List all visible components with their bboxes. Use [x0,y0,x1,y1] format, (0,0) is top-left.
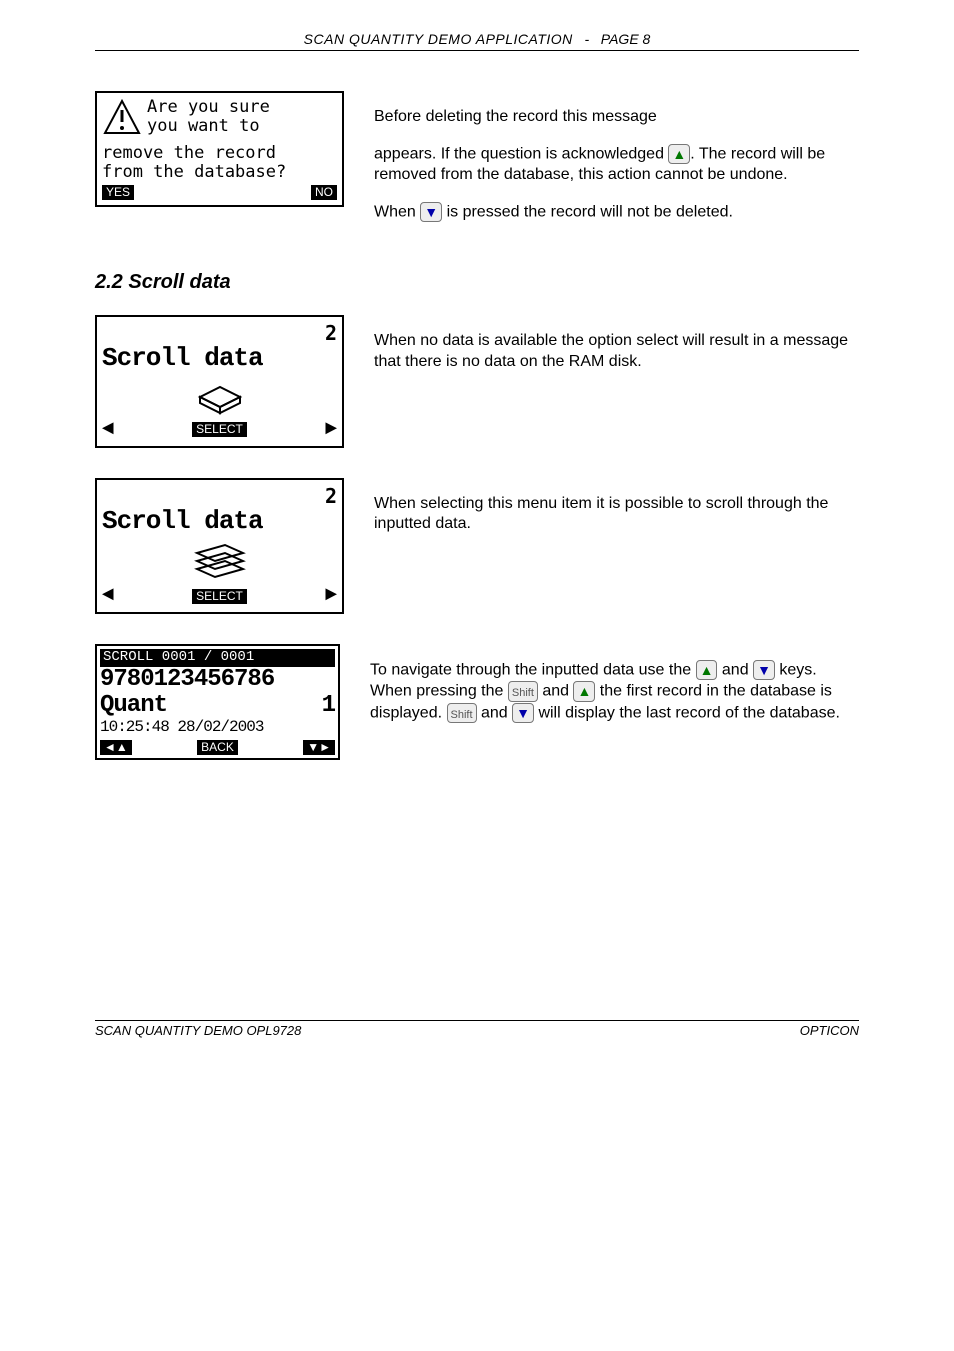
text: appears. If the question is acknowledged… [374,144,859,186]
text: Before deleting the record this message [374,107,859,128]
menu-number: 2 [102,322,337,344]
down-arrow-key-icon: ▼ [420,202,442,222]
up-arrow-key-icon: ▲ [696,660,718,680]
up-arrow-key-icon: ▲ [573,681,595,701]
menu-number: 2 [102,485,337,507]
page-footer: SCAN QUANTITY DEMO OPL9728 OPTICON [95,1020,859,1040]
barcode-value: 9780123456786 [100,667,335,693]
footer-right: OPTICON [800,1023,859,1040]
no-button: NO [311,185,337,200]
down-arrow-key-icon: ▼ [512,703,534,723]
stacked-sheets-icon [185,539,255,581]
text: To navigate through the inputted data us… [370,660,859,724]
header-page: PAGE 8 [601,31,651,47]
confirm-line: you want to [147,117,270,136]
detail-header: SCROLL 0001 / 0001 [100,649,335,666]
record-detail-screenshot: SCROLL 0001 / 0001 9780123456786 Quant 1… [95,644,340,760]
text: When no data is available the option sel… [374,331,859,373]
back-button: BACK [197,740,238,755]
select-button: SELECT [192,589,247,604]
empty-box-icon [190,377,250,415]
nav-left-icon: ◄▲ [100,740,132,755]
shift-key-icon: Shift [447,703,477,723]
quantity-value: 1 [322,693,335,719]
delete-description: Before deleting the record this message … [374,91,859,239]
nav-right-icon: ▼► [303,740,335,755]
scroll-data-empty-screenshot: 2 Scroll data ◄ SELECT ► [95,315,344,448]
confirm-line: Are you sure [147,98,270,117]
confirm-line: remove the record [102,144,337,163]
left-arrow-icon: ◄ [102,419,114,441]
right-arrow-icon: ► [325,585,337,607]
menu-title: Scroll data [102,507,337,536]
scroll-data-screenshot: 2 Scroll data ◄ SELECT ► [95,478,344,615]
section-heading-2-2: 2.2 Scroll data [95,269,859,295]
right-arrow-icon: ► [325,419,337,441]
warning-icon [102,98,142,144]
timestamp: 10:25:48 28/02/2003 [100,719,335,737]
left-arrow-icon: ◄ [102,585,114,607]
confirm-dialog-screenshot: Are you sure you want to remove the reco… [95,91,344,207]
confirm-line: from the database? [102,163,337,182]
text: When selecting this menu item it is poss… [374,494,859,536]
header-title: SCAN QUANTITY DEMO APPLICATION [304,31,573,47]
yes-button: YES [102,185,134,200]
select-button: SELECT [192,422,247,437]
shift-key-icon: Shift [508,681,538,701]
text: When ▼ is pressed the record will not be… [374,202,859,223]
down-arrow-key-icon: ▼ [753,660,775,680]
footer-left: SCAN QUANTITY DEMO OPL9728 [95,1023,301,1040]
menu-title: Scroll data [102,344,337,373]
quantity-label: Quant [100,693,167,719]
up-arrow-key-icon: ▲ [668,144,690,164]
page-header: SCAN QUANTITY DEMO APPLICATION - PAGE 8 [95,30,859,51]
